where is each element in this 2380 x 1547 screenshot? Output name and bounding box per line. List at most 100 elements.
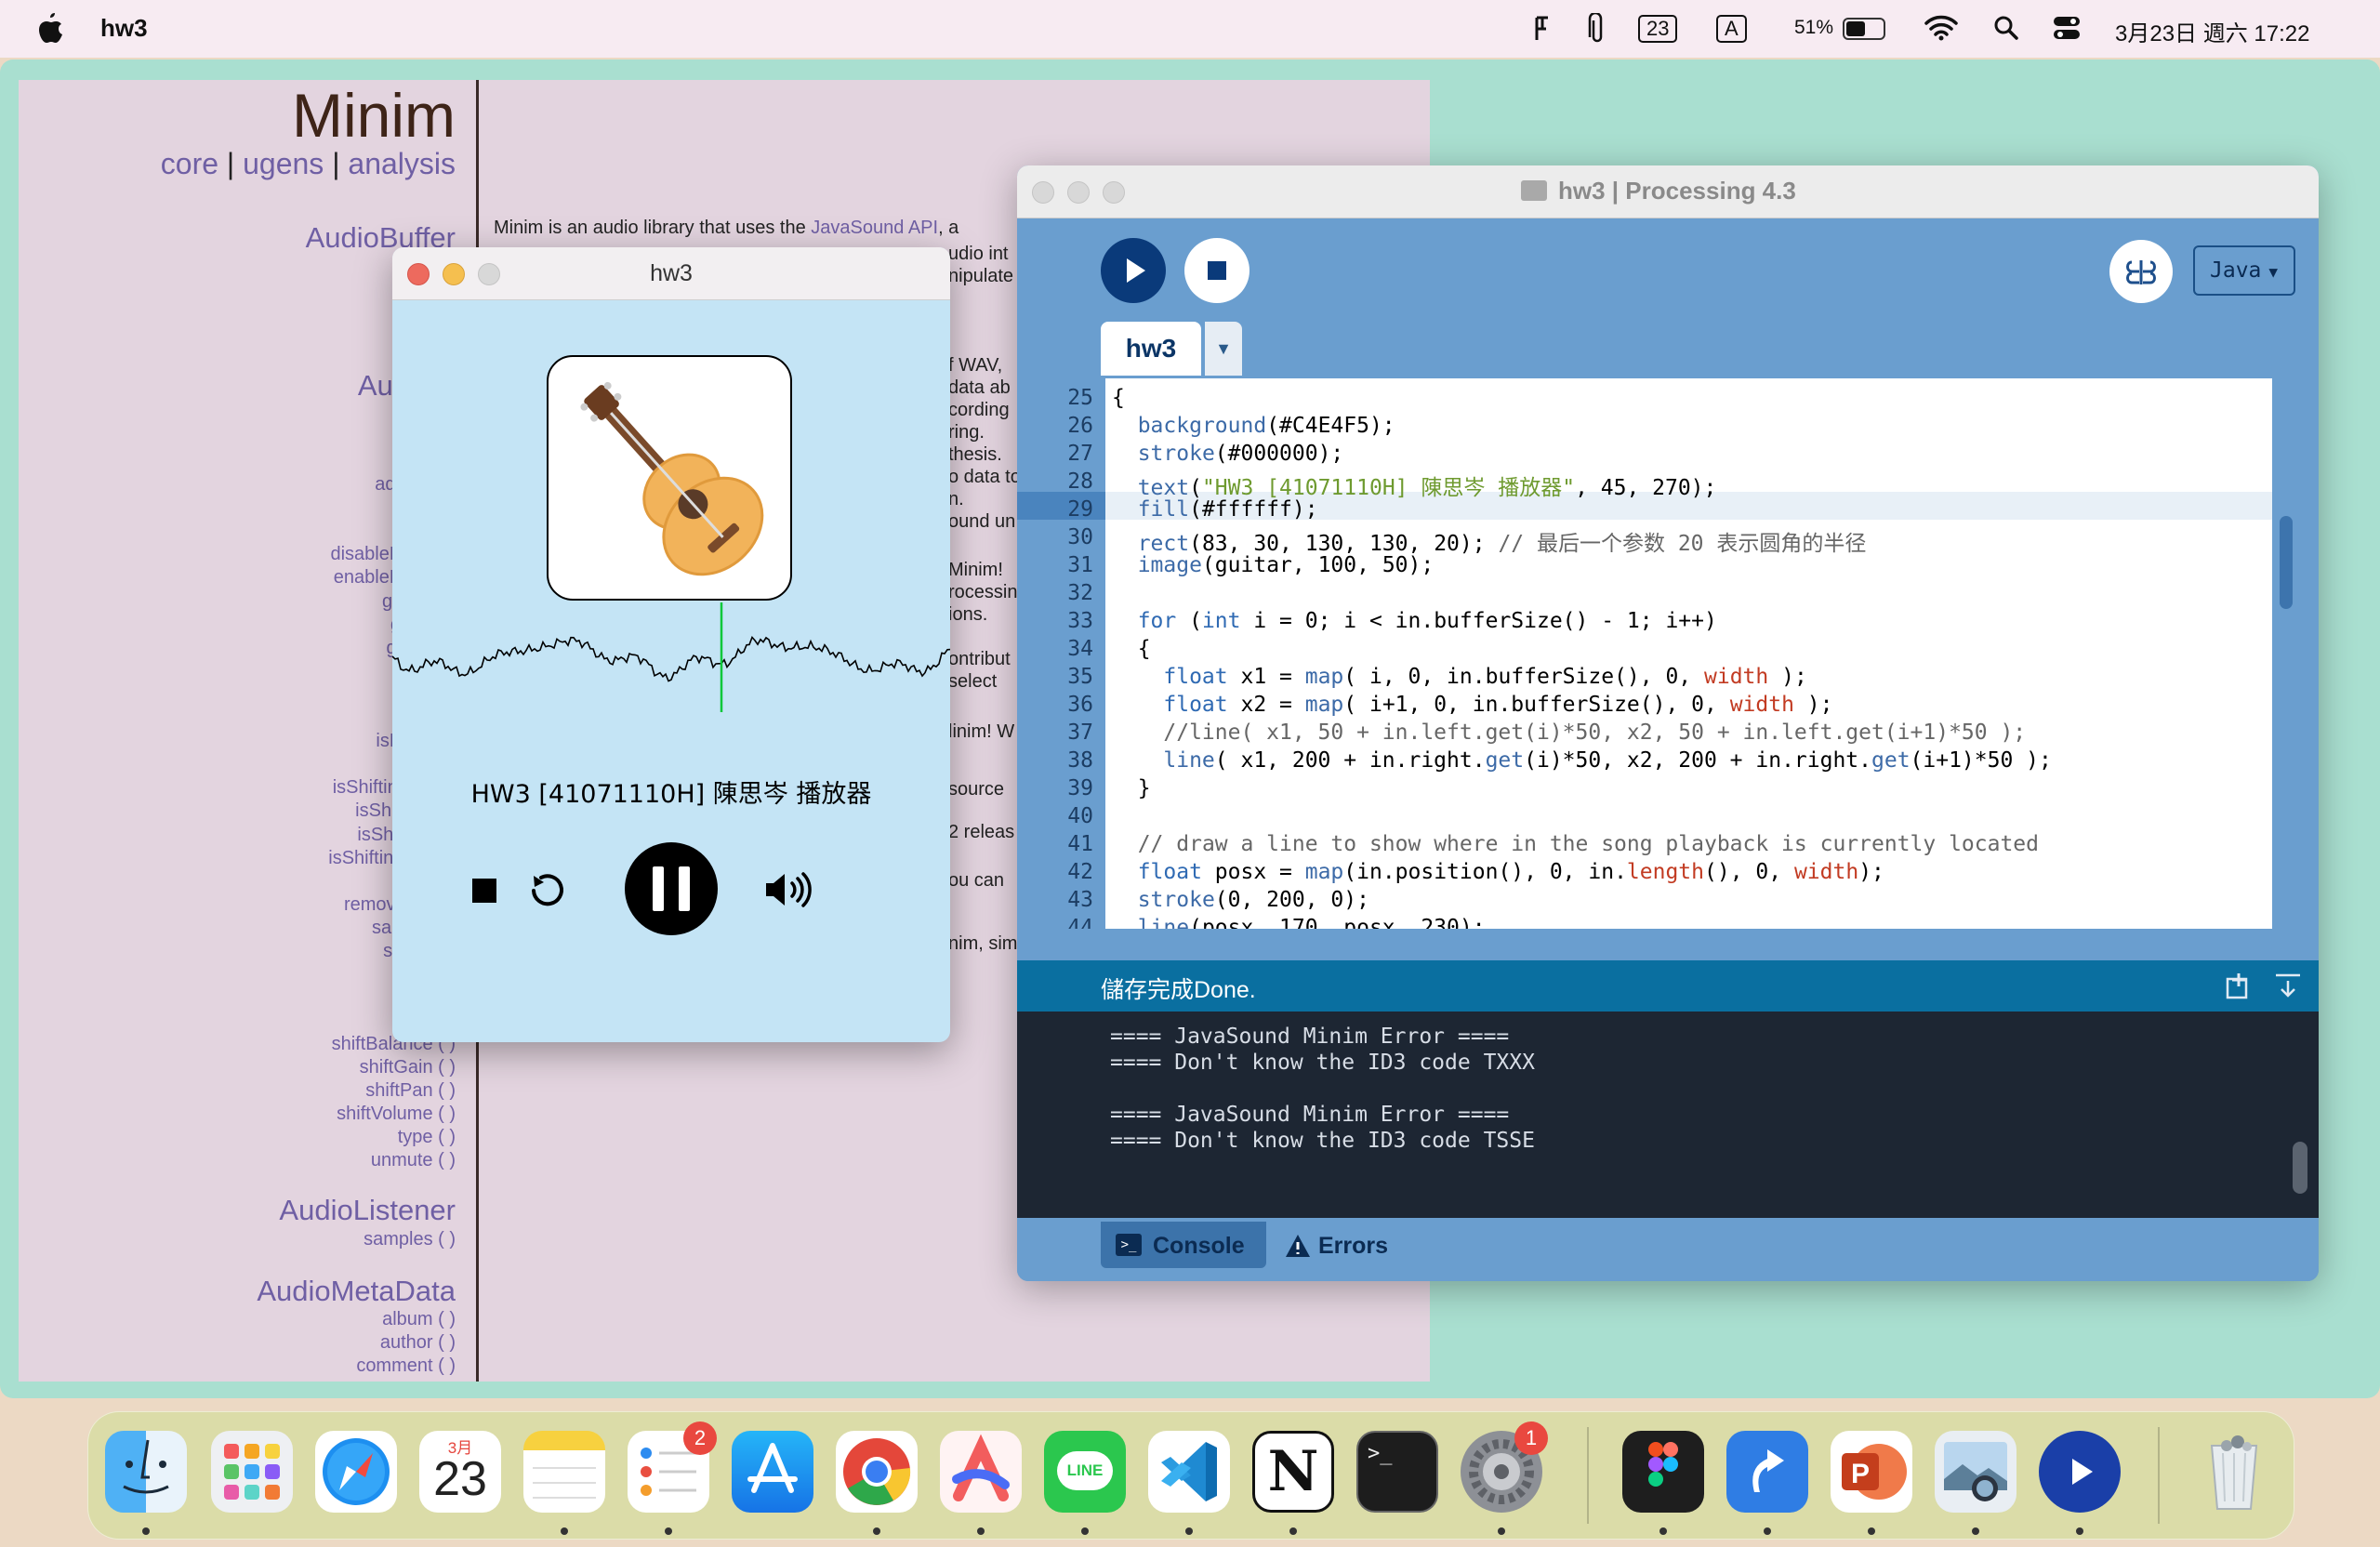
battery-icon[interactable] [1843,18,1885,40]
tab-menu-chevron-icon[interactable]: ▼ [1205,322,1242,376]
method-link[interactable]: comment ( ) [356,1355,456,1377]
dock-app-figma[interactable] [1622,1431,1704,1513]
spotlight-search-icon[interactable] [1993,15,2019,41]
code-line[interactable]: float x2 = map( i+1, 0, in.bufferSize(),… [1112,693,1832,717]
copy-console-icon[interactable] [2226,972,2254,999]
class-heading-audiometadata[interactable]: AudioMetaData [257,1275,456,1308]
method-link[interactable]: samples ( ) [364,1229,456,1250]
line-number: 26 [1067,414,1093,438]
line-number: 30 [1067,525,1093,549]
debugger-button[interactable] [2109,240,2173,303]
zoom-window-button[interactable] [1103,181,1125,204]
dock-app-launchpad[interactable] [211,1431,293,1513]
pause-icon[interactable] [625,842,718,935]
method-link[interactable]: album ( ) [382,1309,456,1330]
menu-clock[interactable]: 3月23日 週六 17:22 [2115,15,2309,47]
editor-scrollbar[interactable] [2272,378,2300,929]
dock-app-chrome[interactable] [836,1431,918,1513]
code-line[interactable]: for (int i = 0; i < in.bufferSize() - 1;… [1112,609,1717,633]
dock-app-reminders[interactable]: 2 [628,1421,717,1513]
intro-suffix: , a [938,218,959,238]
paperclip-icon[interactable] [1588,13,1606,45]
method-link[interactable]: shiftVolume ( ) [337,1104,456,1125]
tab-console[interactable]: >_ Console [1101,1222,1266,1268]
code-line[interactable]: // draw a line to show where in the song… [1112,832,2039,856]
method-link[interactable]: unmute ( ) [371,1150,456,1171]
running-indicator [1081,1527,1089,1535]
tab-hw3[interactable]: hw3 [1101,322,1201,376]
code-line[interactable]: fill(#ffffff); [1112,497,1318,522]
wifi-icon[interactable] [1924,15,1958,41]
figma-menu-icon[interactable] [1532,15,1553,43]
docs-intro: Minim is an audio library that uses the … [494,218,959,239]
dock-app-system-settings[interactable]: 1 [1461,1421,1548,1513]
finder-icon [123,1439,169,1494]
editor-scrollbar-thumb[interactable] [2280,516,2293,609]
dock-app-tailscale[interactable] [1726,1431,1808,1513]
code-line[interactable]: { [1112,386,1125,410]
dock-app-finder[interactable] [105,1431,187,1513]
tab-errors[interactable]: Errors [1285,1222,1406,1268]
notes-icon [533,1467,596,1499]
apple-icon[interactable] [37,13,63,43]
code-line[interactable]: { [1112,637,1151,661]
dock-app-notes[interactable] [523,1431,605,1513]
replay-icon[interactable] [528,872,565,909]
javasound-link[interactable]: JavaSound API [811,218,938,238]
code-line[interactable]: float x1 = map( i, 0, in.bufferSize(), 0… [1112,665,1806,689]
line-number: 28 [1067,469,1093,494]
running-indicator [665,1527,672,1535]
speaker-icon[interactable] [762,870,814,909]
code-line[interactable]: image(guitar, 100, 50); [1112,553,1435,577]
code-line[interactable]: line(posx, 170, posx, 230); [1112,916,1486,929]
code-line[interactable]: } [1112,776,1151,800]
console-panel[interactable]: ==== JavaSound Minim Error ==== ==== Don'… [1017,1012,2319,1218]
code-line[interactable]: stroke(0, 200, 0); [1112,888,1369,912]
dock-app-calendar[interactable]: 3月 23 [419,1431,501,1513]
code-line[interactable]: line( x1, 200 + in.right.get(i)*50, x2, … [1112,748,2051,773]
dock-app-trash[interactable] [2193,1431,2275,1513]
method-link[interactable]: type ( ) [398,1127,456,1148]
terminal-icon: >_ [1116,1234,1142,1256]
collapse-console-icon[interactable] [2274,972,2302,999]
dock-app-safari[interactable] [315,1431,397,1513]
docs-class-list: AudioBuffer AudioIn glevsitoArr addListe… [19,80,456,1382]
stop-button[interactable] [1184,238,1250,303]
control-center-icon[interactable] [2053,15,2081,41]
line-number: 37 [1067,721,1093,745]
dock-app-terminal[interactable]: >_ [1356,1431,1438,1513]
active-app-name[interactable]: hw3 [100,14,148,43]
calendar-menu-badge[interactable]: 23 [1638,15,1678,43]
code-line[interactable]: float posx = map(in.position(), 0, in.le… [1112,860,1884,884]
method-link[interactable]: shiftGain ( ) [360,1057,456,1078]
line-number: 44 [1067,916,1093,929]
console-scrollbar-thumb[interactable] [2293,1142,2307,1194]
dock-app-vscode[interactable] [1148,1431,1230,1513]
docs-text-fragment: udio int [948,244,1009,264]
dock-app-arc[interactable] [940,1431,1022,1513]
input-source-badge[interactable]: A [1716,15,1747,43]
method-link[interactable]: author ( ) [380,1332,456,1354]
dock-app-processing[interactable] [2039,1431,2121,1513]
code-line[interactable]: //line( x1, 50 + in.left.get(i)*50, x2, … [1112,721,2026,745]
tailscale-icon [1752,1449,1784,1492]
butterfly-icon [2126,260,2156,284]
dock-app-notion[interactable]: N [1252,1431,1334,1513]
run-button[interactable] [1101,238,1166,303]
dock-app-powerpoint[interactable]: P [1831,1431,1912,1513]
dock-app-app-store[interactable] [732,1431,813,1513]
stop-icon[interactable] [472,879,496,903]
calendar-day: 23 [433,1452,487,1506]
minimize-window-button[interactable] [1067,181,1090,204]
code-line[interactable]: background(#C4E4F5); [1112,414,1395,438]
mode-selector[interactable]: Java ▼ [2193,245,2295,296]
dock-app-preview[interactable] [1935,1431,2016,1513]
code-line[interactable]: stroke(#000000); [1112,442,1344,466]
class-heading-audiolistener[interactable]: AudioListener [279,1194,456,1227]
close-window-button[interactable] [1032,181,1054,204]
running-indicator [142,1527,150,1535]
code-line[interactable]: rect(83, 30, 130, 130, 20); // 最后一个参数 20… [1112,525,1867,557]
dock-app-line[interactable]: LINE [1044,1431,1126,1513]
code-line[interactable]: text("HW3 [41071110H] 陳思岑 播放器", 45, 270)… [1112,469,1717,501]
method-link[interactable]: shiftPan ( ) [365,1080,456,1102]
